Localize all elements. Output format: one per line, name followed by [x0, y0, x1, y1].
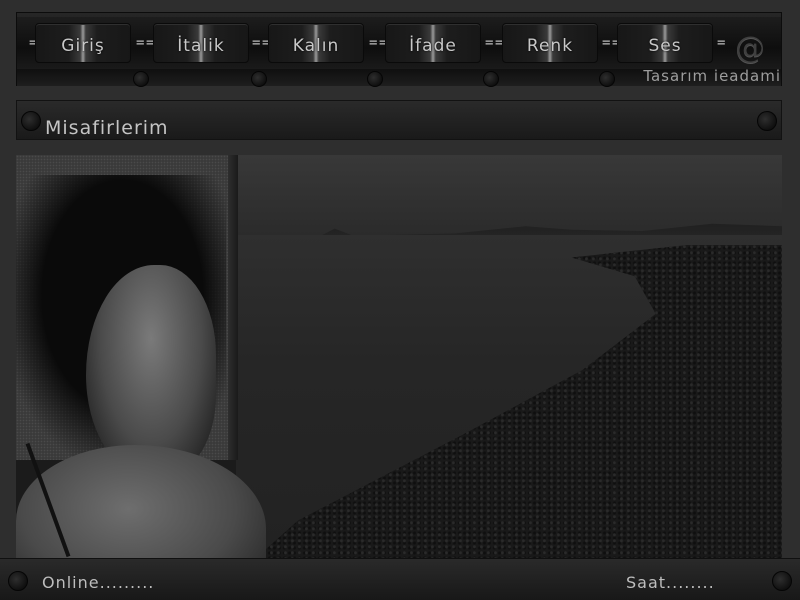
nav-separator: =: [252, 35, 261, 51]
footer-bar: Online......... Saat........: [0, 558, 800, 600]
nav-button-renk[interactable]: Renk: [502, 23, 598, 63]
portrait-frame-edge: [228, 155, 238, 460]
nav-row: = Giriş = = İtalik = = Kalın = = İfade =…: [17, 17, 781, 69]
rivet-icon: [251, 71, 267, 87]
rivet-icon: [8, 571, 28, 591]
page-title: Misafirlerim: [45, 117, 169, 139]
rivet-icon: [599, 71, 615, 87]
sky: [236, 155, 782, 235]
woman-face: [86, 265, 216, 475]
rivet-icon: [483, 71, 499, 87]
rivet-icon: [367, 71, 383, 87]
rivet-icon: [21, 111, 41, 131]
nav-separator: =: [369, 35, 378, 51]
nav-button-label: İtalik: [177, 36, 225, 56]
nav-button-label: Renk: [526, 36, 574, 56]
nav-separator: =: [485, 35, 494, 51]
rivet-icon: [133, 71, 149, 87]
clock-label: Saat........: [626, 573, 715, 592]
section-title-bar: Misafirlerim: [16, 100, 782, 140]
rivet-icon: [772, 571, 792, 591]
nav-button-label: İfade: [409, 36, 457, 56]
nav-button-italik[interactable]: İtalik: [153, 23, 249, 63]
top-navigation-bar: = Giriş = = İtalik = = Kalın = = İfade =…: [16, 12, 782, 87]
nav-separator: =: [717, 35, 726, 51]
nav-button-ses[interactable]: Ses: [617, 23, 713, 63]
nav-button-label: Kalın: [292, 36, 340, 56]
nav-button-ifade[interactable]: İfade: [385, 23, 481, 63]
at-icon[interactable]: @: [735, 31, 765, 66]
nav-separator: =: [136, 35, 145, 51]
nav-button-giris[interactable]: Giriş: [35, 23, 131, 63]
nav-button-label: Giriş: [61, 36, 105, 56]
nav-button-kalin[interactable]: Kalın: [268, 23, 364, 63]
online-counter: Online.........: [42, 573, 155, 592]
nav-separator: =: [602, 35, 611, 51]
designer-credit: Tasarım ieadami: [643, 67, 781, 85]
nav-button-label: Ses: [648, 36, 682, 56]
rivet-icon: [757, 111, 777, 131]
hero-image: [16, 155, 782, 558]
